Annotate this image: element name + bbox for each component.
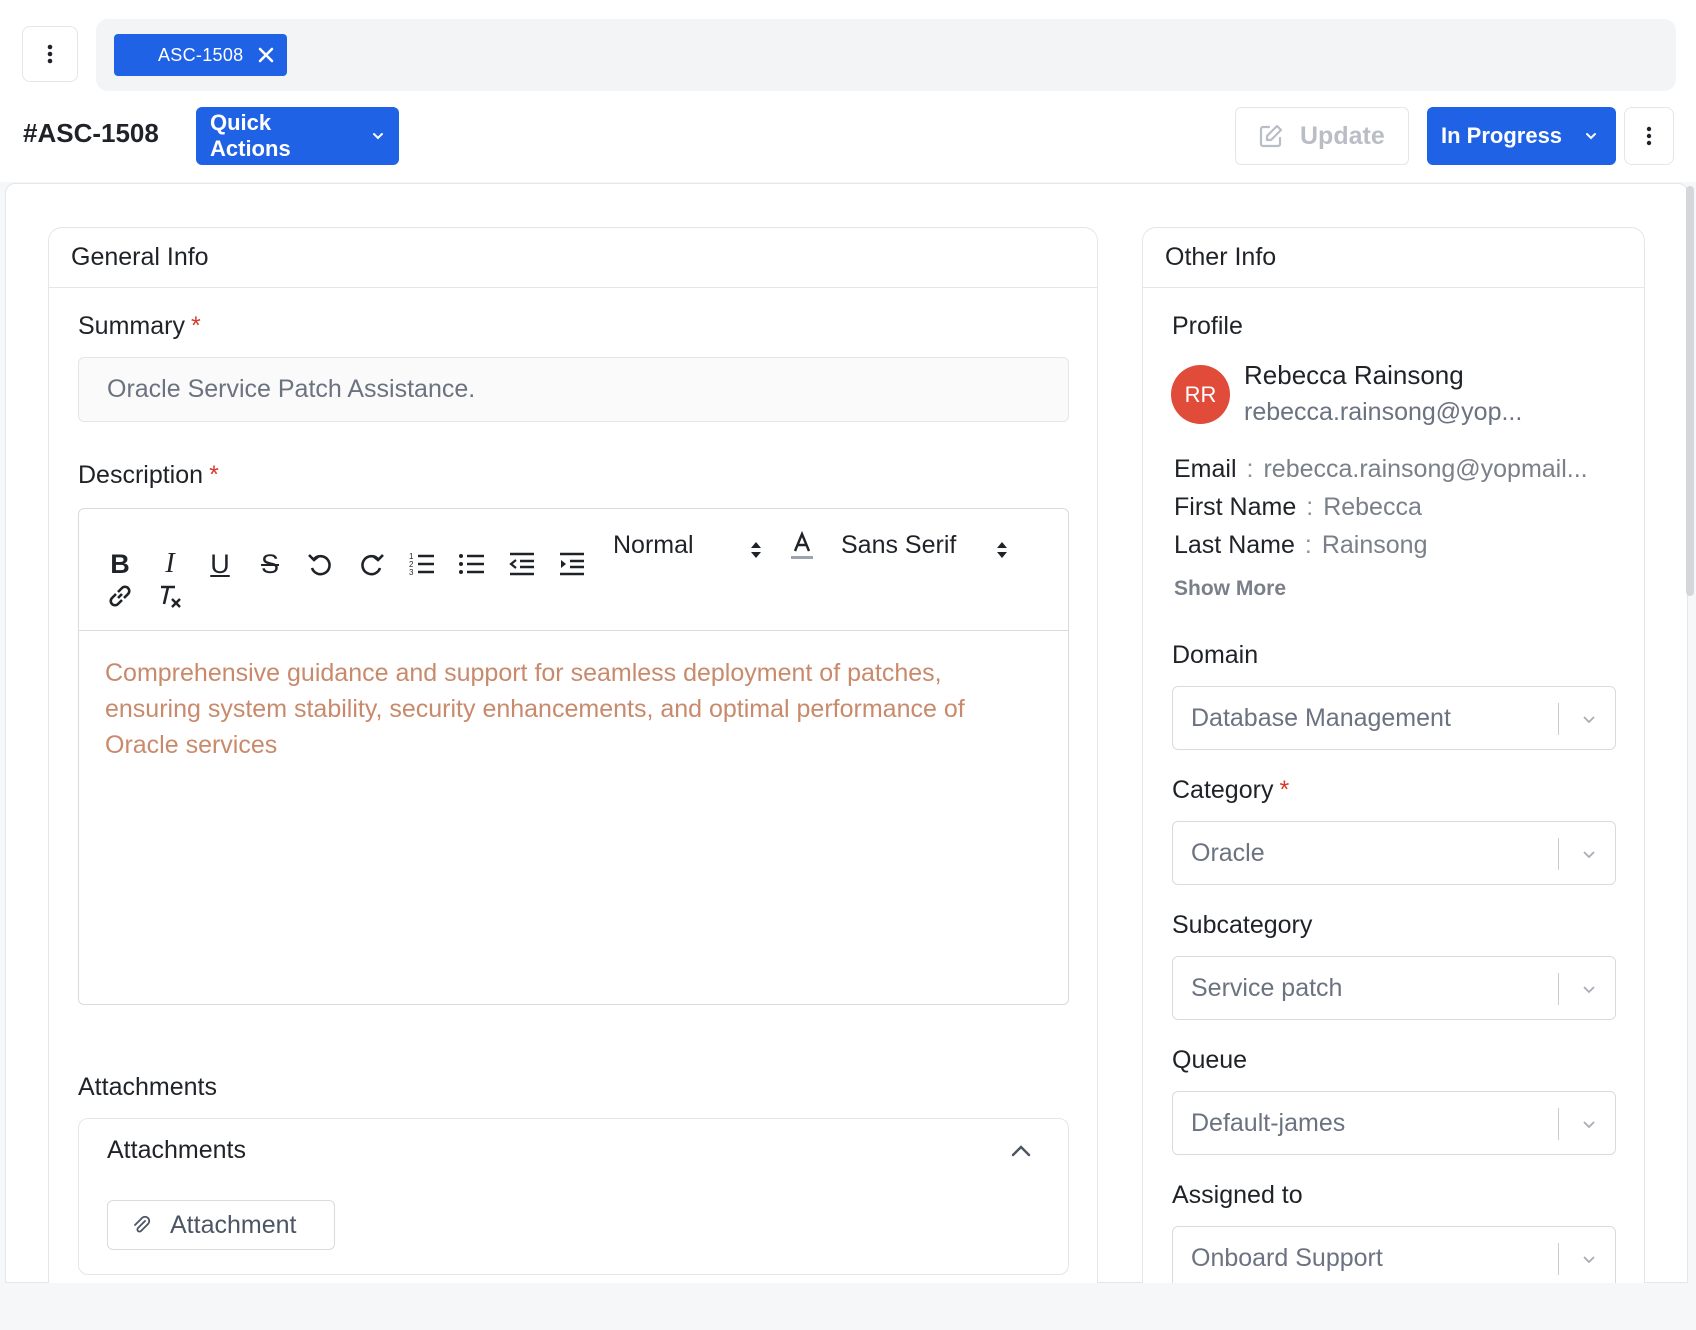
queue-select[interactable]: Default-james <box>1172 1091 1616 1155</box>
chevron-down-icon <box>1583 716 1595 724</box>
underline-icon[interactable]: U <box>205 549 235 579</box>
bold-icon[interactable]: B <box>105 549 135 579</box>
add-attachment-button[interactable]: Attachment <box>107 1200 335 1250</box>
editor-toolbar: B I U S 123 Normal Sans Serif <box>79 509 1068 631</box>
assigned-to-value: Onboard Support <box>1191 1243 1383 1272</box>
chevron-down-icon <box>1583 1121 1595 1129</box>
subcategory-value: Service patch <box>1191 973 1343 1002</box>
font-select[interactable]: Sans Serif <box>841 531 956 560</box>
update-label: Update <box>1300 121 1385 150</box>
attachments-label: Attachments <box>78 1073 217 1101</box>
close-icon[interactable] <box>255 44 277 66</box>
assigned-to-label: Assigned to <box>1172 1181 1303 1209</box>
bullet-list-icon[interactable] <box>457 549 487 579</box>
attachments-section: Attachments Attachment <box>78 1118 1069 1275</box>
scrollbar[interactable] <box>1686 186 1694 596</box>
ordered-list-icon[interactable]: 123 <box>407 549 437 579</box>
required-marker: * <box>190 312 201 340</box>
kebab-icon <box>47 44 53 64</box>
menu-kebab-button[interactable] <box>22 26 78 82</box>
queue-value: Default-james <box>1191 1108 1346 1137</box>
domain-label: Domain <box>1172 641 1259 669</box>
summary-label: Summary * <box>78 312 201 340</box>
svg-text:3: 3 <box>409 568 414 577</box>
description-text[interactable]: Comprehensive guidance and support for s… <box>79 631 1068 787</box>
general-info-title: General Info <box>49 228 1097 288</box>
attachment-button-label: Attachment <box>170 1210 297 1239</box>
status-dropdown-button[interactable]: In Progress <box>1427 107 1616 165</box>
status-label: In Progress <box>1441 123 1563 148</box>
description-editor[interactable]: B I U S 123 Normal Sans Serif Comprehens… <box>78 508 1069 1005</box>
queue-label: Queue <box>1172 1046 1248 1074</box>
email-row: Email: rebecca.rainsong@yopmail... <box>1174 455 1588 483</box>
show-more-link[interactable]: Show More <box>1174 577 1286 601</box>
outdent-icon[interactable] <box>507 549 537 579</box>
category-label: Category * <box>1172 776 1290 804</box>
profile-name: Rebecca Rainsong <box>1244 360 1464 390</box>
format-select[interactable]: Normal <box>613 531 694 560</box>
subcategory-select[interactable]: Service patch <box>1172 956 1616 1020</box>
indent-icon[interactable] <box>557 549 587 579</box>
more-options-button[interactable] <box>1624 107 1674 165</box>
description-label: Description * <box>78 461 219 489</box>
font-select-value: Sans Serif <box>841 531 957 559</box>
paperclip-icon <box>134 1215 151 1233</box>
attachments-section-title: Attachments <box>107 1136 246 1164</box>
update-button[interactable]: Update <box>1235 107 1409 165</box>
chevron-up-icon[interactable] <box>1010 1143 1032 1159</box>
quick-actions-button[interactable]: Quick Actions <box>196 107 399 165</box>
kebab-icon <box>1646 126 1652 146</box>
chevron-down-icon <box>1583 1256 1595 1264</box>
required-marker: * <box>209 461 219 489</box>
chevron-down-icon <box>373 133 384 140</box>
clear-format-icon[interactable] <box>155 581 185 611</box>
other-info-title: Other Info <box>1143 228 1644 288</box>
profile-label: Profile <box>1172 312 1243 340</box>
sort-arrows-icon <box>997 542 1007 558</box>
bottom-strip <box>0 1283 1696 1330</box>
subcategory-label: Subcategory <box>1172 911 1313 939</box>
text-color-icon[interactable] <box>787 530 817 561</box>
undo-icon[interactable] <box>305 549 335 579</box>
required-marker: * <box>1279 776 1290 804</box>
last-name-row: Last Name: Rainsong <box>1174 531 1428 559</box>
domain-select[interactable]: Database Management <box>1172 686 1616 750</box>
domain-value: Database Management <box>1191 703 1451 732</box>
ticket-id: #ASC-1508 <box>23 118 159 148</box>
summary-value: Oracle Service Patch Assistance. <box>107 375 476 403</box>
top-bar: ASC-1508 #ASC-1508 Quick Actions Update … <box>0 0 1696 182</box>
avatar: RR <box>1171 365 1230 424</box>
chevron-down-icon <box>1583 851 1595 859</box>
profile-email: rebecca.rainsong@yop... <box>1244 398 1523 426</box>
link-icon[interactable] <box>105 581 135 611</box>
edit-icon <box>1259 124 1283 148</box>
redo-icon[interactable] <box>357 549 387 579</box>
category-value: Oracle <box>1191 838 1265 867</box>
chevron-down-icon <box>1586 133 1597 140</box>
quick-actions-label: Quick Actions <box>210 110 291 161</box>
sort-arrows-icon <box>751 542 761 558</box>
avatar-initials: RR <box>1184 381 1217 407</box>
first-name-row: First Name: Rebecca <box>1174 493 1422 521</box>
strikethrough-icon[interactable]: S <box>255 549 285 579</box>
chevron-down-icon <box>1583 986 1595 994</box>
summary-input[interactable]: Oracle Service Patch Assistance. <box>78 357 1069 422</box>
assigned-to-select[interactable]: Onboard Support <box>1172 1226 1616 1290</box>
ticket-tab-strip: ASC-1508 <box>96 19 1676 91</box>
category-select[interactable]: Oracle <box>1172 821 1616 885</box>
italic-icon[interactable]: I <box>155 548 185 579</box>
ticket-tab[interactable]: ASC-1508 <box>114 34 287 76</box>
format-select-value: Normal <box>613 531 694 559</box>
ticket-tab-label: ASC-1508 <box>158 44 244 65</box>
